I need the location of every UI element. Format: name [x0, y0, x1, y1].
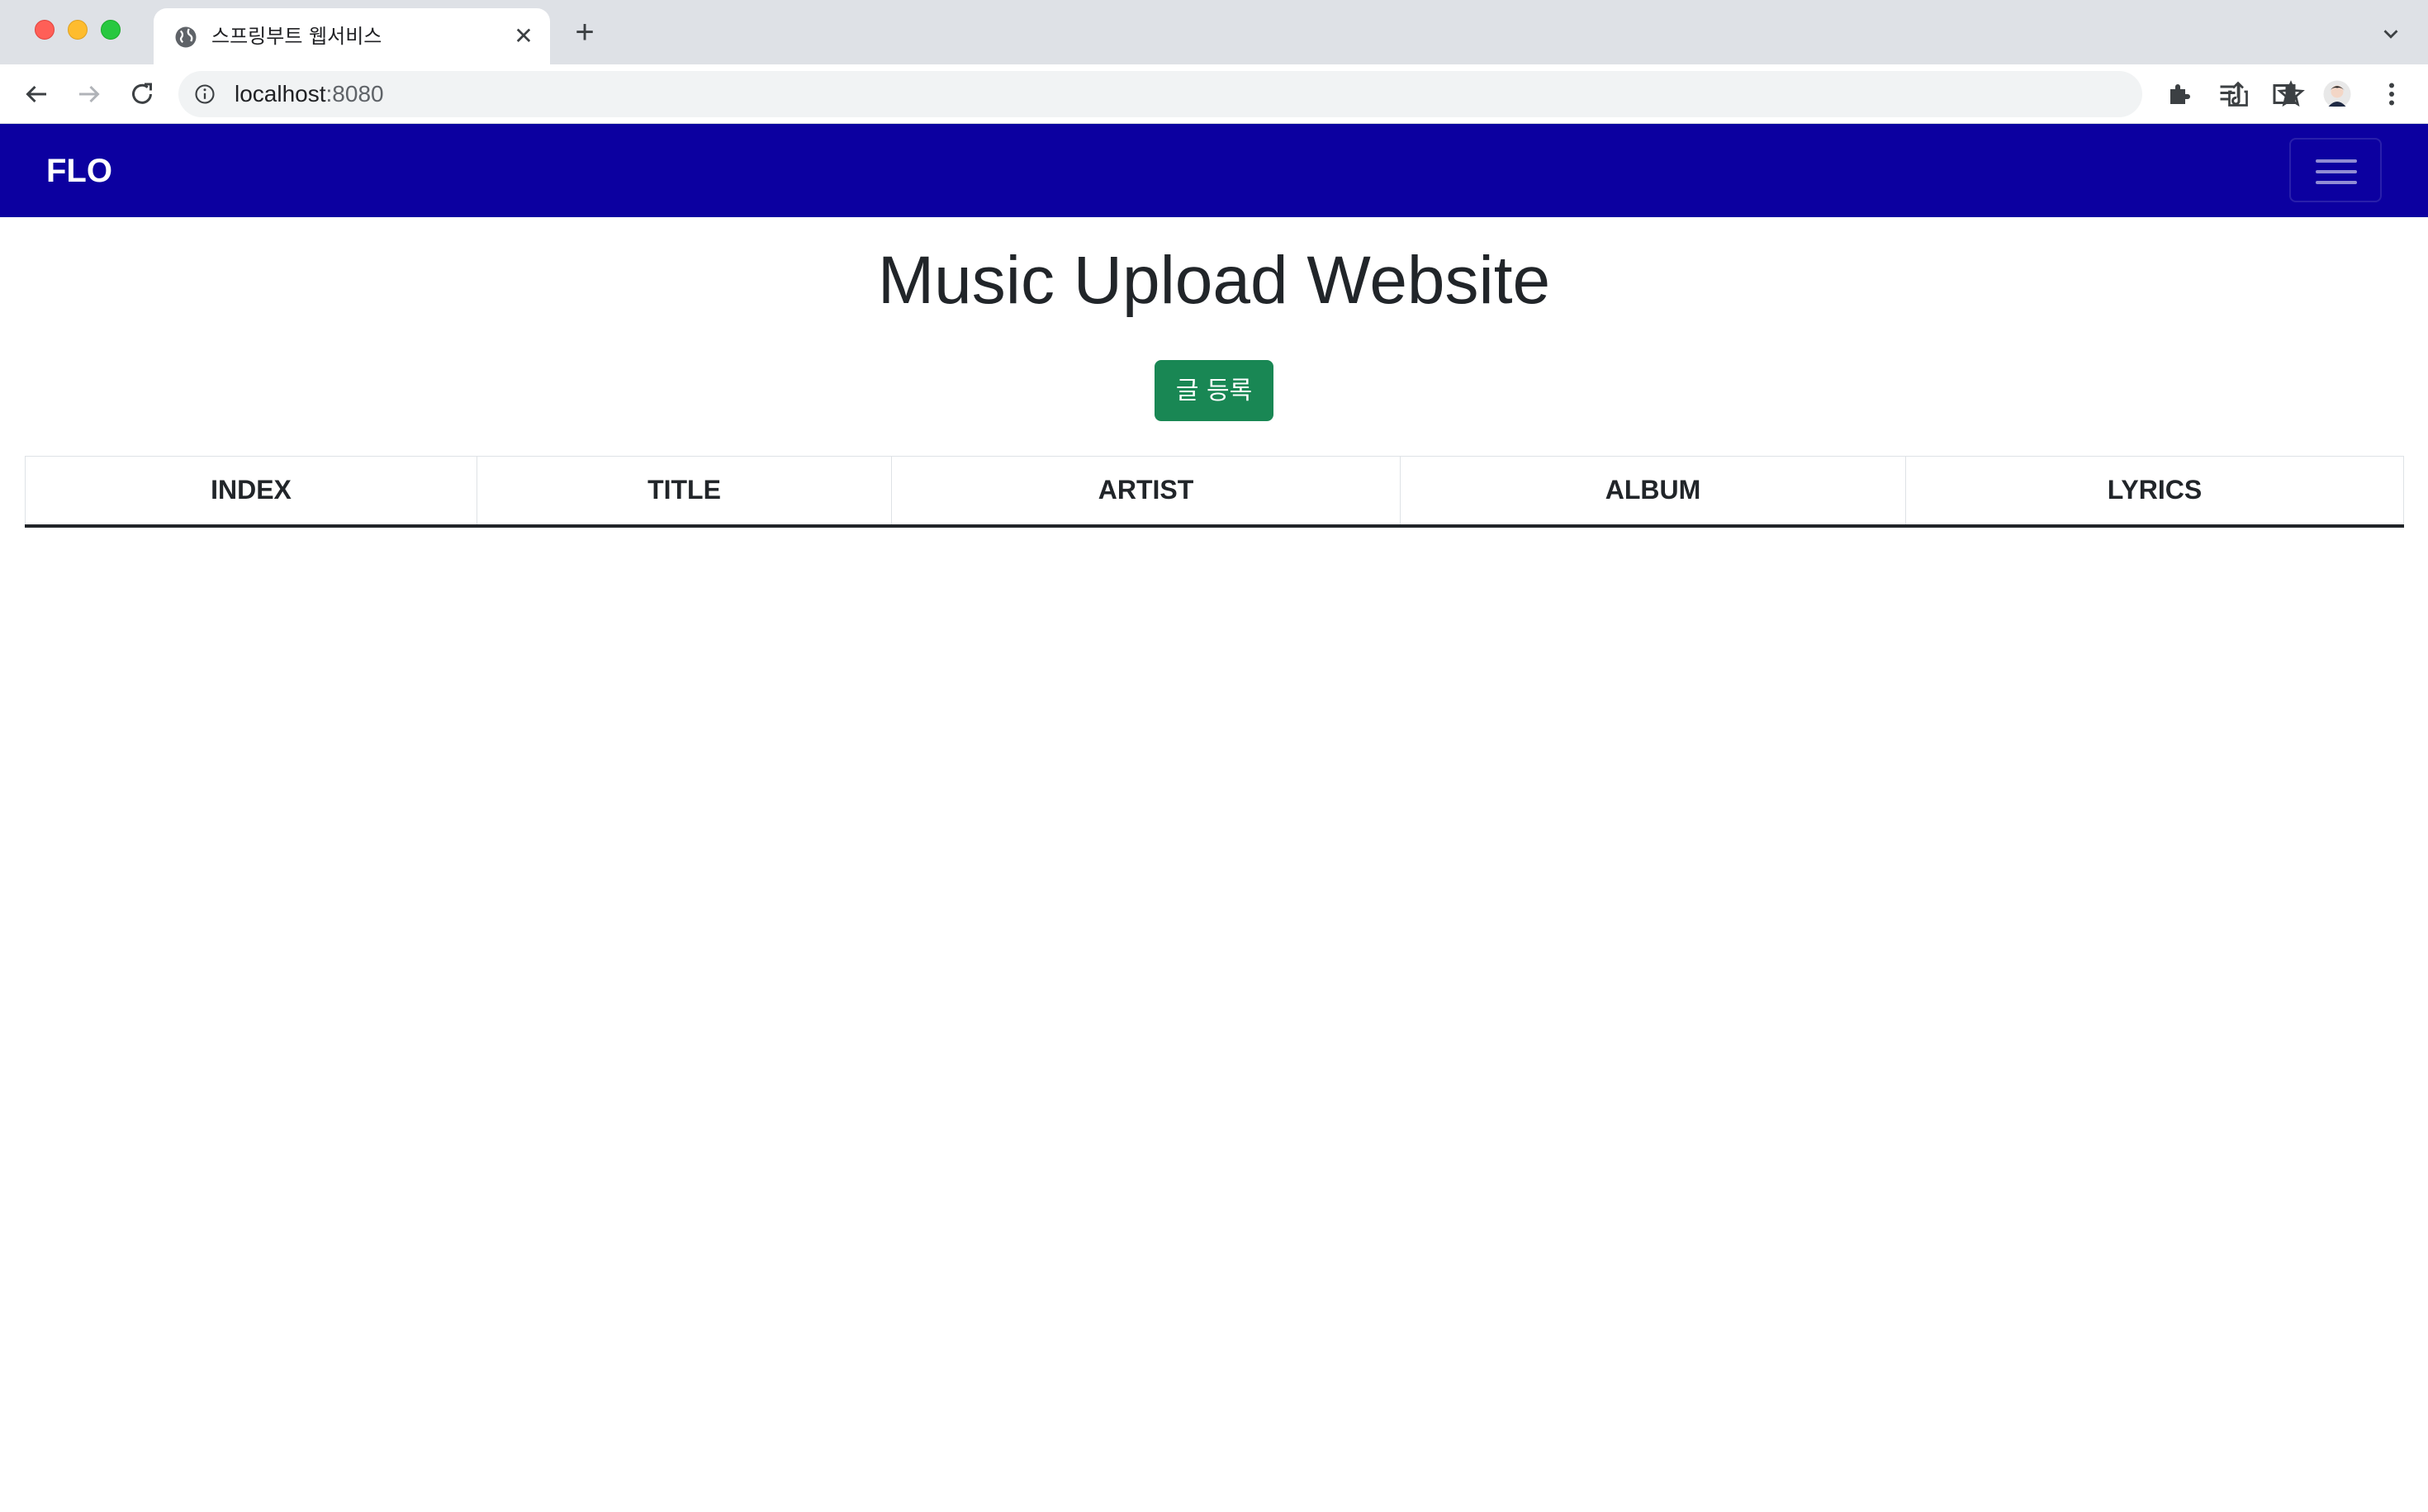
column-header-index: INDEX	[25, 456, 477, 528]
site-navbar: FLO	[0, 124, 2428, 217]
reload-icon[interactable]	[127, 79, 157, 109]
browser-tab[interactable]: 스프링부트 웹서비스 ✕	[154, 8, 550, 64]
close-window-button[interactable]	[35, 20, 55, 40]
browser-toolbar: localhost:8080	[0, 64, 2428, 124]
url-text: localhost:8080	[235, 79, 384, 109]
info-icon[interactable]	[193, 83, 216, 106]
back-arrow-icon[interactable]	[21, 79, 51, 109]
table-header-row: INDEX TITLE ARTIST ALBUM LYRICS	[25, 456, 2404, 528]
add-post-button[interactable]: 글 등록	[1155, 360, 1273, 421]
url-port: :8080	[325, 81, 384, 107]
side-panel-icon[interactable]	[2269, 79, 2299, 109]
forward-arrow-icon[interactable]	[74, 79, 104, 109]
navbar-brand[interactable]: FLO	[46, 152, 112, 190]
close-tab-icon[interactable]: ✕	[510, 23, 537, 50]
chevron-down-icon[interactable]	[2378, 21, 2403, 46]
column-header-lyrics: LYRICS	[1905, 456, 2404, 528]
column-header-artist: ARTIST	[891, 456, 1401, 528]
zoom-window-button[interactable]	[101, 20, 121, 40]
address-bar[interactable]: localhost:8080	[178, 71, 2305, 117]
hamburger-icon-bar	[2316, 159, 2357, 163]
media-control-icon[interactable]	[2217, 79, 2246, 109]
column-header-album: ALBUM	[1400, 456, 1906, 528]
minimize-window-button[interactable]	[68, 20, 88, 40]
new-tab-icon[interactable]: +	[570, 16, 600, 49]
extensions-puzzle-icon[interactable]	[2165, 79, 2195, 109]
hamburger-icon-bar	[2316, 170, 2357, 173]
more-menu-icon[interactable]	[2377, 79, 2407, 109]
page-title: Music Upload Website	[877, 243, 1551, 318]
tab-title: 스프링부트 웹서비스	[211, 25, 382, 48]
music-table: INDEX TITLE ARTIST ALBUM LYRICS	[25, 456, 2404, 528]
navbar-toggle-button[interactable]	[2289, 138, 2382, 202]
url-host: localhost	[235, 81, 326, 107]
globe-icon	[175, 26, 197, 48]
browser-tab-strip: 스프링부트 웹서비스 ✕ +	[0, 0, 2428, 64]
column-header-title: TITLE	[477, 456, 892, 528]
hamburger-icon-bar	[2316, 181, 2357, 184]
avatar[interactable]	[2322, 79, 2352, 109]
